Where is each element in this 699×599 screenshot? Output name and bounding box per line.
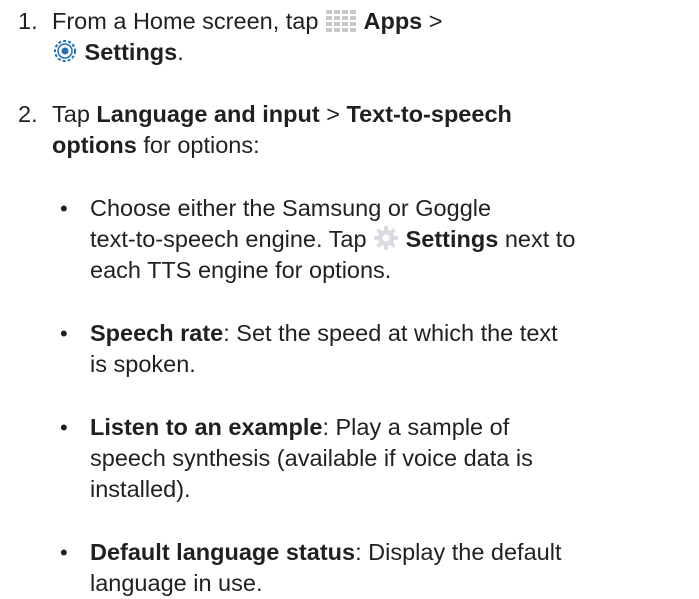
instructions-page: 1. From a Home screen, tap Apps > Settin… — [0, 0, 699, 599]
bullet-text-line: text-to-speech engine. Tap Settings next… — [90, 224, 690, 259]
tts-options-label: Text-to-speech — [346, 101, 512, 127]
bullet-text: each TTS engine for options. — [90, 257, 392, 283]
step-text: > — [422, 8, 443, 34]
step-text-line: options for options: — [52, 130, 260, 161]
term-label: Listen to an example — [90, 414, 323, 440]
bullet-text: next to — [498, 226, 576, 252]
step-text: From a Home screen, tap — [52, 8, 325, 34]
step-text: Tap — [52, 101, 97, 127]
bullet-text: : Play a sample of — [322, 414, 510, 440]
step-text-line: Settings. — [52, 37, 184, 72]
bullet-text: : Set the speed at which the text — [223, 320, 558, 346]
apps-label: Apps — [363, 8, 423, 34]
bullet-text: language in use. — [90, 570, 263, 596]
step-text-line: From a Home screen, tap Apps > — [52, 6, 443, 41]
bullet-text: : Display the default — [355, 539, 562, 565]
bullet-dot: • — [60, 540, 68, 565]
term-label: Default language status — [90, 539, 356, 565]
settings-label: Settings — [84, 39, 178, 65]
bullet-text-line: Speech rate: Set the speed at which the … — [90, 318, 690, 349]
tts-options-label: options — [52, 132, 137, 158]
step-text: for options: — [136, 132, 260, 158]
bullet-text: speech synthesis (available if voice dat… — [90, 445, 533, 471]
bullet-dot: • — [60, 196, 68, 221]
bullet-text: installed). — [90, 476, 191, 502]
bullet-text-line: Default language status: Display the def… — [90, 537, 690, 568]
bullet-text-line: Listen to an example: Play a sample of — [90, 412, 690, 443]
step-text: > — [319, 101, 347, 127]
step-text: . — [177, 39, 184, 65]
step-text-line: Tap Language and input > Text-to-speech — [52, 99, 512, 130]
step-number: 1. — [18, 8, 38, 34]
bullet-dot: • — [60, 415, 68, 440]
settings-gear-blue-icon — [52, 38, 78, 72]
language-input-label: Language and input — [96, 101, 320, 127]
settings-label: Settings — [405, 226, 499, 252]
bullet-dot: • — [60, 321, 68, 346]
term-label: Speech rate — [90, 320, 224, 346]
step-number: 2. — [18, 101, 38, 127]
bullet-text: text-to-speech engine. Tap — [90, 226, 374, 252]
bullet-text: is spoken. — [90, 351, 196, 377]
bullet-text: Choose either the Samsung or Goggle — [90, 195, 492, 221]
settings-gear-icon — [373, 225, 399, 259]
apps-grid-icon — [325, 9, 357, 41]
